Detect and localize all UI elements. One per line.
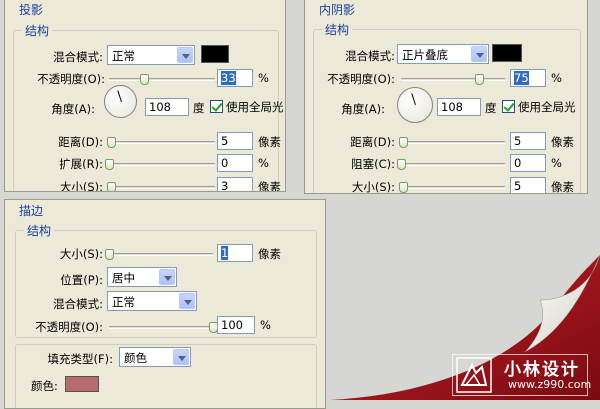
- stroke-color-swatch[interactable]: [65, 376, 99, 392]
- size-value: 1: [221, 246, 229, 260]
- logo-icon: [456, 357, 492, 393]
- position-select[interactable]: 居中: [107, 267, 177, 287]
- logo-url: www.z990.com: [508, 378, 592, 391]
- fill-type-value: 颜色: [124, 351, 147, 365]
- opacity-unit: %: [260, 318, 271, 332]
- size-unit: 像素: [258, 247, 281, 261]
- position-value: 居中: [112, 271, 135, 285]
- blend-mode-value: 正常: [112, 295, 135, 309]
- size-label: 大小(S):: [59, 247, 103, 261]
- position-label: 位置(P):: [60, 273, 103, 287]
- fill-type-label: 填充类型(F):: [47, 352, 113, 366]
- opacity-value: 100: [221, 318, 243, 332]
- panel-title: 描边: [19, 204, 44, 218]
- size-input[interactable]: 1: [217, 244, 253, 262]
- logo-title: 小林设计: [504, 360, 580, 380]
- blend-mode-select[interactable]: 正常: [107, 291, 197, 311]
- chevron-down-icon: [159, 269, 175, 285]
- fill-type-select[interactable]: 颜色: [119, 347, 191, 367]
- chevron-down-icon: [179, 293, 195, 309]
- stroke-panel: 描边 结构 大小(S): 1 像素 位置(P): 居中 混合模式: 正常 不透明…: [4, 199, 326, 409]
- chevron-down-icon: [173, 349, 189, 365]
- size-slider[interactable]: [105, 249, 213, 260]
- opacity-input[interactable]: 100: [217, 316, 255, 334]
- slider-thumb[interactable]: [105, 249, 114, 260]
- group-title: 结构: [24, 222, 55, 239]
- blend-mode-label: 混合模式:: [53, 297, 103, 311]
- color-label: 颜色:: [31, 379, 58, 393]
- opacity-slider[interactable]: [109, 322, 218, 333]
- opacity-label: 不透明度(O):: [35, 320, 103, 334]
